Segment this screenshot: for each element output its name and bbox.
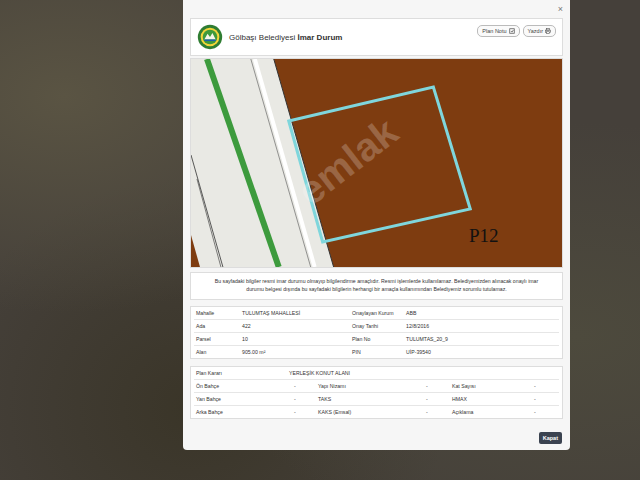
note-icon [509,28,515,34]
zoning-dialog: × Gölbaşı Belediyesi İmar Durum Plan Notu Y… [183,0,570,450]
zone-label: P12 [469,225,499,247]
close-button[interactable]: × [558,5,563,14]
info-row: MahalleTULUMTAŞ MAHALLESİOnaylayan Kurum… [194,307,559,320]
info-row: Ada422Onay Tarihi12/8/2016 [194,320,559,333]
dialog-title: Gölbaşı Belediyesi İmar Durum [229,33,342,42]
close-dialog-button[interactable]: Kapat [539,432,562,444]
municipality-logo-icon [197,24,223,50]
parcel-info-table: MahalleTULUMTAŞ MAHALLESİOnaylayan Kurum… [190,306,563,359]
disclaimer: Bu sayfadaki bilgiler resmi imar durumu … [190,272,563,300]
print-button[interactable]: Yazdır [523,25,557,37]
green-strip [207,59,279,267]
note-button[interactable]: Plan Notu [477,25,519,37]
info-row: Parsel10Plan NoTULUMTAS_20_9 [194,333,559,346]
residential-zone [191,59,562,267]
info-row: Alan905.00 m²PINUİP-39540 [194,346,559,358]
plan-decision-row: Plan KararıYERLEŞİK KONUT ALANI [194,367,559,380]
printer-icon [545,28,551,34]
plan-row: Yan Bahçe-TAKS-HMAX- [194,393,559,406]
plan-table: Plan KararıYERLEŞİK KONUT ALANIÖn Bahçe-… [190,366,563,419]
plan-row: Ön Bahçe-Yapı Nizamı-Kat Sayısı- [194,380,559,393]
zoning-map[interactable]: emlakP12 [190,58,563,268]
plan-row: Arka Bahçe-KAKS (Emsal)-Açıklama- [194,406,559,418]
dialog-header: Gölbaşı Belediyesi İmar Durum Plan Notu Ya… [190,18,563,56]
satellite-background: × Gölbaşı Belediyesi İmar Durum Plan Notu Y… [0,0,640,480]
parcel-outline[interactable] [289,87,471,242]
